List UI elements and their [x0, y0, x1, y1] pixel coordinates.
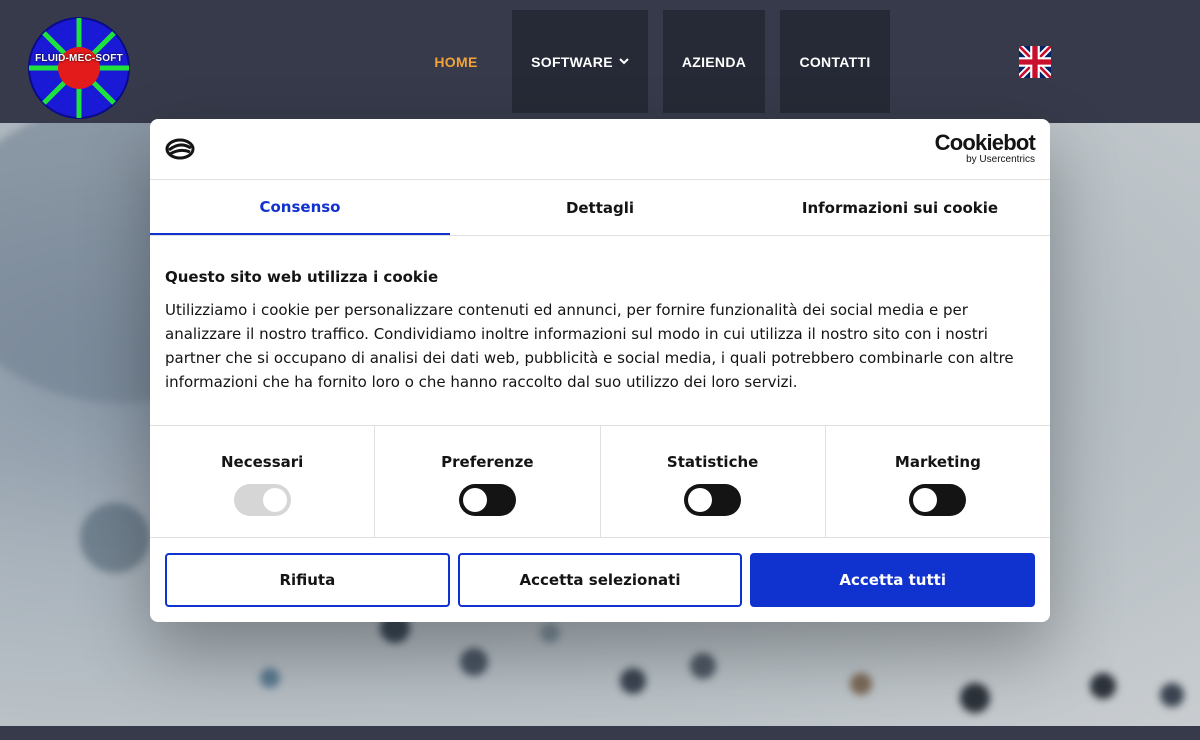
category-marketing: Marketing: [826, 426, 1050, 537]
hero-blur-shape: [80, 503, 150, 573]
category-label: Preferenze: [441, 453, 534, 471]
dialog-actions: Rifiuta Accetta selezionati Accetta tutt…: [150, 538, 1050, 622]
nav-software[interactable]: SOFTWARE: [512, 10, 648, 113]
preferenze-toggle[interactable]: [458, 484, 516, 516]
cookie-consent-dialog: Cookiebot by Usercentrics Consenso Detta…: [150, 119, 1050, 622]
cookiebot-brand-name: Cookiebot: [934, 130, 1036, 155]
dialog-heading: Questo sito web utilizza i cookie: [165, 268, 439, 286]
cookiebot-brand[interactable]: Cookiebot by Usercentrics: [934, 130, 1036, 166]
nav-azienda-label: AZIENDA: [681, 53, 747, 70]
nav-home-label: HOME: [434, 53, 478, 70]
nav-contatti-label: CONTATTI: [799, 53, 871, 70]
hero-blur-shape: [1160, 683, 1184, 707]
hero-blur-shape: [460, 648, 488, 676]
uk-flag-icon[interactable]: [1016, 43, 1054, 81]
site-header: FLUID-MEC-SOFT HOME SOFTWARE AZIENDA CON…: [0, 0, 1200, 123]
hero-blur-shape: [260, 668, 280, 688]
hero-blur-shape: [1090, 673, 1116, 699]
site-logo[interactable]: FLUID-MEC-SOFT: [27, 16, 131, 120]
category-statistiche: Statistiche: [601, 426, 826, 537]
logo-wheel-icon: [28, 17, 130, 119]
accept-all-button[interactable]: Accetta tutti: [750, 553, 1036, 607]
hero-blur-shape: [540, 623, 560, 643]
nav-azienda[interactable]: AZIENDA: [663, 10, 765, 113]
category-preferenze: Preferenze: [375, 426, 601, 537]
hero-blur-shape: [850, 673, 872, 695]
category-label: Necessari: [220, 453, 304, 471]
reject-button[interactable]: Rifiuta: [165, 553, 450, 607]
category-label: Statistiche: [666, 453, 759, 471]
category-necessari: Necessari: [150, 426, 376, 537]
nav-software-label: SOFTWARE: [531, 53, 613, 70]
tab-dettagli[interactable]: Dettagli: [450, 180, 750, 235]
dialog-tabs: Consenso Dettagli Informazioni sui cooki…: [150, 180, 1050, 236]
category-label: Marketing: [894, 453, 981, 471]
accept-selected-button[interactable]: Accetta selezionati: [457, 553, 743, 607]
tab-informazioni[interactable]: Informazioni sui cookie: [750, 180, 1050, 235]
logo-text: FLUID-MEC-SOFT: [35, 53, 123, 64]
consent-categories: Necessari Preferenze Statistiche Marketi…: [150, 425, 1050, 538]
nav-contatti[interactable]: CONTATTI: [780, 10, 890, 113]
cookiebot-byline: by Usercentrics: [966, 154, 1035, 165]
chevron-down-icon: [619, 56, 629, 68]
tab-consenso[interactable]: Consenso: [150, 180, 450, 235]
dialog-body: Questo sito web utilizza i cookie Utiliz…: [150, 236, 1050, 425]
dialog-header: Cookiebot by Usercentrics: [150, 119, 1050, 180]
hero-blur-shape: [960, 683, 990, 713]
hero-blur-shape: [620, 668, 646, 694]
cookiebot-logo-icon: [165, 138, 195, 160]
dialog-description: Utilizziamo i cookie per personalizzare …: [165, 301, 1014, 391]
nav-home[interactable]: HOME: [420, 10, 492, 113]
marketing-toggle[interactable]: [909, 484, 967, 516]
statistiche-toggle[interactable]: [684, 484, 742, 516]
hero-blur-shape: [690, 653, 716, 679]
necessari-toggle: [233, 484, 291, 516]
footer-bar: [0, 726, 1200, 740]
